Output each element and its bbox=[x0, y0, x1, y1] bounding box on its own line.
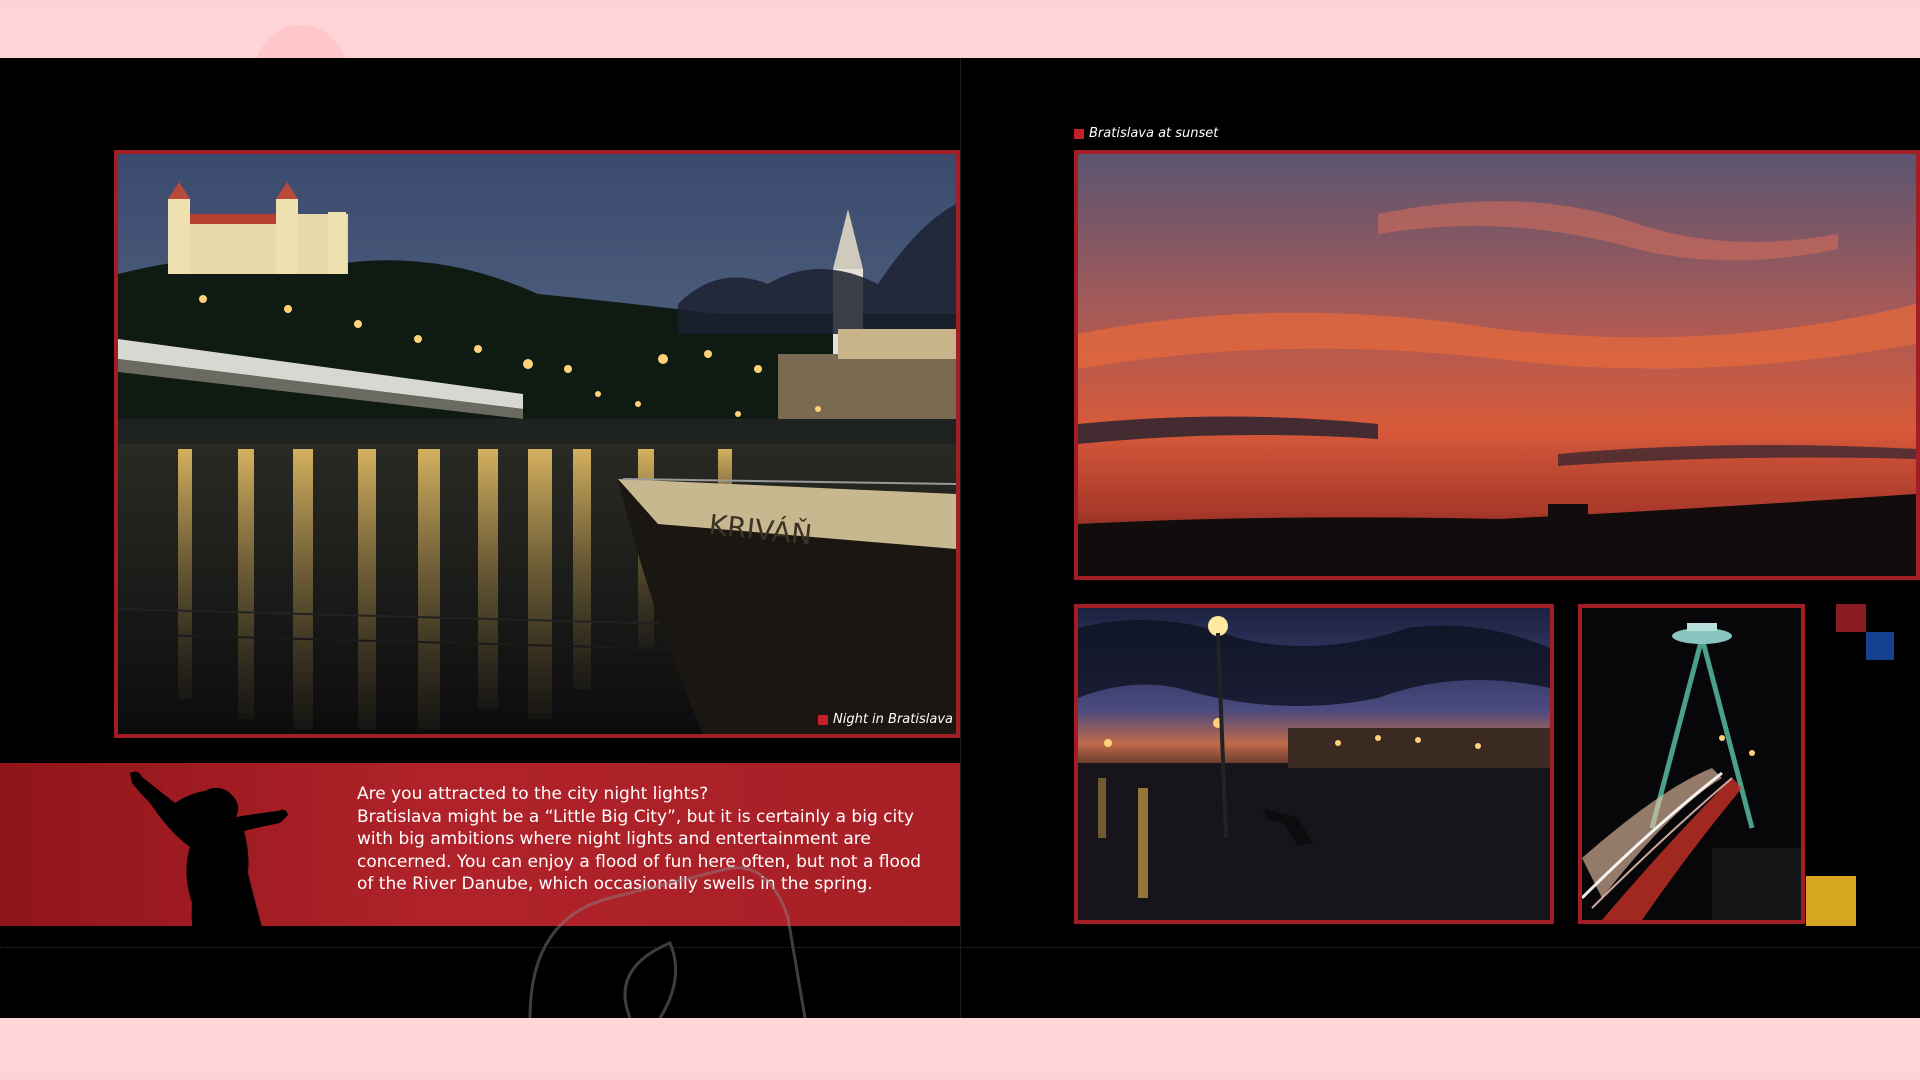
intro-line: with big ambitions where night lights an… bbox=[357, 829, 871, 849]
footer-dotted-rule bbox=[0, 947, 1920, 949]
photo-river-flood bbox=[1074, 604, 1554, 924]
caption-bullet-square bbox=[1074, 128, 1084, 139]
caption-sunset-text: Bratislava at sunset bbox=[1089, 126, 1219, 141]
statue-silhouette bbox=[130, 771, 290, 1013]
photo-night-in-bratislava: KRIVÁŇ bbox=[114, 150, 960, 738]
photo-ufo-bridge bbox=[1578, 604, 1805, 924]
document-viewer: KRIVÁŇ Night in Bratislava Bratislava at… bbox=[0, 0, 1920, 1080]
caption-sunset: Bratislava at sunset bbox=[1074, 126, 1218, 141]
caption-night-text: Night in Bratislava bbox=[833, 712, 953, 727]
decorative-square-yellow bbox=[1806, 876, 1856, 926]
photo-bratislava-at-sunset bbox=[1074, 150, 1920, 580]
caption-bullet-square bbox=[818, 714, 828, 725]
caption-night: Night in Bratislava bbox=[818, 712, 953, 727]
decorative-square-blue bbox=[1866, 632, 1894, 660]
intro-line: Bratislava might be a “Little Big City”,… bbox=[357, 806, 914, 827]
decorative-square-red bbox=[1836, 604, 1866, 632]
page-spine bbox=[960, 58, 961, 1018]
brochure-spread: KRIVÁŇ Night in Bratislava Bratislava at… bbox=[0, 58, 1920, 1018]
decorative-outline-graphic bbox=[528, 866, 807, 1018]
intro-line: Are you attracted to the city night ligh… bbox=[357, 784, 709, 804]
